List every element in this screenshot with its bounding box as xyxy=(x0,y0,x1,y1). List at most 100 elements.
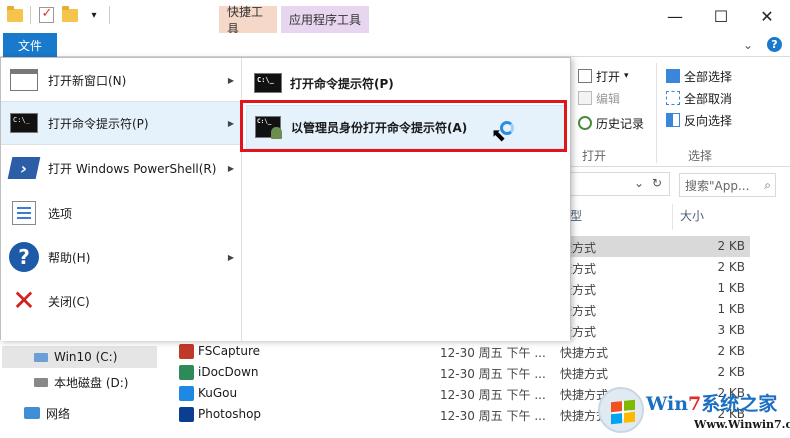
watermark-url: Www.Winwin7.com xyxy=(694,418,790,431)
file-size: 2 KB xyxy=(717,344,745,358)
menu-item-close[interactable]: ✕ 关闭(C) xyxy=(1,279,242,323)
select-all-button[interactable]: 全部选择 xyxy=(666,65,732,87)
menu-item-label: 选项 xyxy=(48,206,73,221)
chevron-right-icon: ▶ xyxy=(227,252,234,262)
windows-logo-icon xyxy=(598,387,644,433)
refresh-icon[interactable]: ↻ xyxy=(652,176,662,190)
toolbar-divider xyxy=(30,6,31,24)
select-all-icon xyxy=(666,69,680,83)
drive-icon xyxy=(34,352,48,362)
nav-item-drive-d[interactable]: 本地磁盘 (D:) xyxy=(2,371,157,393)
new-folder-icon[interactable] xyxy=(61,5,79,24)
menu-item-open-new-window[interactable]: 打开新窗口(N) ▶ xyxy=(1,58,242,102)
edit-button[interactable]: 编辑 xyxy=(578,87,644,109)
file-name: KuGou xyxy=(198,386,238,400)
address-bar[interactable]: ⌄ ↻ xyxy=(570,172,670,196)
nav-item-label: 本地磁盘 (D:) xyxy=(54,375,129,390)
app-shortcut-icon xyxy=(179,344,194,359)
maximize-button[interactable]: ☐ xyxy=(698,0,744,33)
menu-item-label: 关闭(C) xyxy=(48,294,90,309)
context-tab-shortcut-tools[interactable]: 快捷工具 xyxy=(219,5,277,36)
select-none-label: 全部取消 xyxy=(684,91,733,106)
file-type: 快捷方式 xyxy=(560,346,609,360)
minimize-button[interactable]: — xyxy=(652,0,698,33)
help-icon: ? xyxy=(9,242,39,272)
select-none-icon xyxy=(666,91,680,105)
customize-toolbar-icon[interactable]: ▾ xyxy=(85,6,103,24)
menu-item-label: 帮助(H) xyxy=(48,250,91,265)
quick-access-toolbar: ▾ xyxy=(6,5,110,24)
nav-item-network[interactable]: 网络 xyxy=(2,402,157,424)
cmd-icon: C:\_ xyxy=(9,108,39,138)
menu-item-help[interactable]: ? 帮助(H) ▶ xyxy=(1,235,242,279)
properties-icon[interactable] xyxy=(37,6,55,24)
select-group-label: 选择 xyxy=(688,149,713,163)
submenu-item-open-cmd[interactable]: C:\_ 打开命令提示符(P) xyxy=(246,61,566,105)
edit-icon xyxy=(578,91,592,105)
ribbon-tab-row: 文件 ⌄ ? xyxy=(0,33,790,57)
file-size: 1 KB xyxy=(717,281,745,295)
menu-item-open-cmd[interactable]: C:\_ 打开命令提示符(P) ▶ xyxy=(1,101,242,145)
history-label: 历史记录 xyxy=(596,116,645,131)
edit-label: 编辑 xyxy=(596,91,621,106)
invert-selection-label: 反向选择 xyxy=(684,113,733,128)
chevron-right-icon: ▶ xyxy=(227,163,234,173)
menu-item-label: 打开新窗口(N) xyxy=(48,73,127,88)
file-size: 2 KB xyxy=(717,260,745,274)
invert-selection-icon xyxy=(666,113,680,127)
chevron-down-icon: ▾ xyxy=(624,71,629,81)
chevron-right-icon: ▶ xyxy=(227,75,234,85)
nav-item-drive-c[interactable]: Win10 (C:) xyxy=(2,346,157,368)
file-size: 3 KB xyxy=(717,323,745,337)
close-icon: ✕ xyxy=(12,284,36,317)
chevron-down-icon[interactable]: ⌄ xyxy=(743,38,753,52)
open-label: 打开 xyxy=(596,69,621,84)
file-size: 2 KB xyxy=(717,365,745,379)
invert-selection-button[interactable]: 反向选择 xyxy=(666,109,732,131)
chevron-right-icon: ▶ xyxy=(227,118,234,128)
watermark-title: Win7系统之家 xyxy=(646,393,778,415)
window-icon xyxy=(9,65,39,95)
search-placeholder: 搜索"App... xyxy=(685,178,750,193)
title-bar: ▾ 快捷工具 应用程序工具 — ☐ ✕ xyxy=(0,0,790,36)
menu-item-options[interactable]: 选项 xyxy=(1,191,242,235)
folder-icon[interactable] xyxy=(6,5,24,24)
file-date: 12-30 周五 下午 ... xyxy=(440,367,546,381)
column-header-type[interactable]: 型 xyxy=(570,207,582,224)
help-icon[interactable]: ? xyxy=(767,37,782,52)
history-button[interactable]: 历史记录 xyxy=(578,112,644,134)
address-row: ⌄ ↻ 搜索"App... ⌕ xyxy=(570,172,790,198)
app-shortcut-icon xyxy=(179,386,194,401)
close-button[interactable]: ✕ xyxy=(744,0,790,33)
open-button[interactable]: 打开 ▾ xyxy=(578,65,644,87)
file-name: iDocDown xyxy=(198,365,259,379)
search-icon: ⌕ xyxy=(764,177,771,192)
context-tab-app-tools[interactable]: 应用程序工具 xyxy=(281,6,369,33)
mouse-cursor-icon: ⬉ xyxy=(491,125,507,146)
highlight-annotation xyxy=(240,100,567,152)
menu-item-open-powershell[interactable]: › 打开 Windows PowerShell(R) ▶ xyxy=(1,146,242,190)
tab-file[interactable]: 文件 xyxy=(3,33,57,57)
chevron-down-icon[interactable]: ⌄ xyxy=(634,176,644,190)
app-shortcut-icon xyxy=(179,407,194,422)
file-type: 快捷方式 xyxy=(560,367,609,381)
menu-item-label: 打开 Windows PowerShell(R) xyxy=(48,161,217,176)
column-header-size[interactable]: 大小 xyxy=(680,207,704,224)
cmd-icon: C:\_ xyxy=(254,71,284,95)
file-size: 2 KB xyxy=(717,239,745,253)
group-divider xyxy=(656,63,657,163)
file-menu-main: 打开新窗口(N) ▶ C:\_ 打开命令提示符(P) ▶ › 打开 Window… xyxy=(1,58,242,341)
toolbar-divider xyxy=(109,6,110,24)
select-group: 全部选择 全部取消 反向选择 xyxy=(666,65,732,131)
file-date: 12-30 周五 下午 ... xyxy=(440,409,546,423)
search-input[interactable]: 搜索"App... ⌕ xyxy=(679,173,776,197)
file-date: 12-30 周五 下午 ... xyxy=(440,346,546,360)
select-none-button[interactable]: 全部取消 xyxy=(666,87,732,109)
powershell-icon: › xyxy=(7,153,41,183)
open-group-label: 打开 xyxy=(582,149,607,163)
file-name: FSCapture xyxy=(198,344,261,358)
ribbon-controls: ⌄ ? xyxy=(743,37,782,52)
app-shortcut-icon xyxy=(179,365,194,380)
ribbon-body: 打开 ▾ 编辑 历史记录 打开 全部选择 全部取消 反向选择 选择 xyxy=(570,57,790,167)
watermark: Win7系统之家 Www.Winwin7.com xyxy=(598,387,790,438)
